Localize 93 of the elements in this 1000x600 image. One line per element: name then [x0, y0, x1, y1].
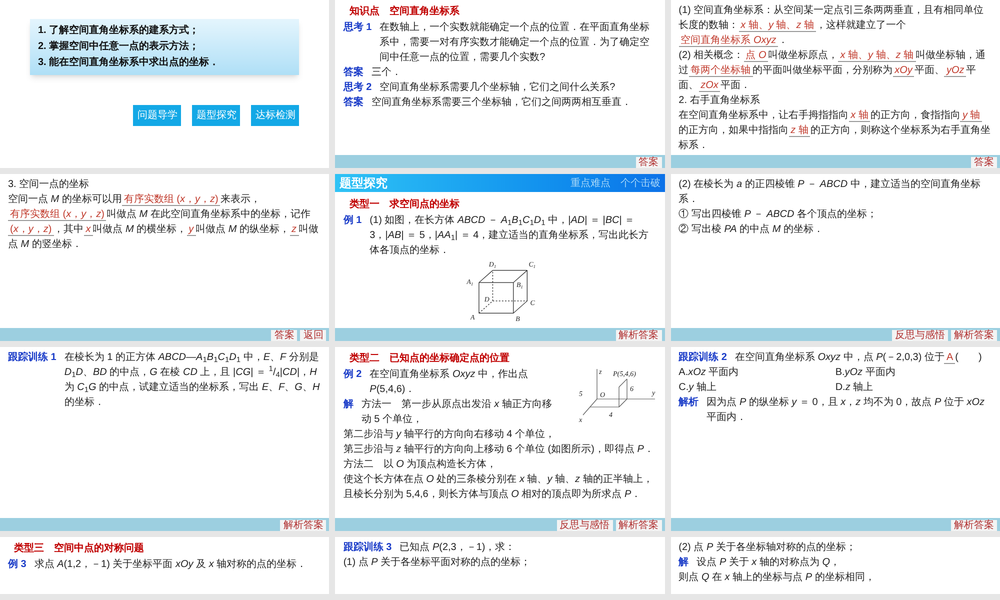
answer-text: (x，y，z): [8, 224, 54, 236]
slide-thumbnail[interactable]: (2) 在棱长为 a 的正四棱锥 P － ABCD 中，建立适当的空间直角坐标系． ① 写出四棱锥 P － ABCD 各个顶点的坐标； ② 写出棱 PA 的中点 M 的坐标． 反思与感悟 解析答案: [670, 174, 1000, 341]
section-heading: 知识点 空间直角坐标系: [349, 4, 460, 19]
paragraph-text: 2. 右手直角坐标系: [678, 94, 761, 108]
question-label: 答案: [343, 95, 364, 110]
banner-title: 题型探究: [339, 175, 388, 192]
slide-thumbnail[interactable]: 知识点 空间直角坐标系 思考 1 在数轴上，一个实数就能确定一个点的位置．在平面直角坐标系中，需要一对有序实数才能确定一个点的位置．为了确定空间中任意一点的位置，需要几个实数? 答案 三个． 思考 2 空间直角坐标系需要几个坐标轴，它们之间什么关系? 答案 空间直角坐标系需要三个坐标轴，它们之间两两相互垂直． 答案: [335, 0, 665, 168]
answer-text: y 轴: [960, 110, 982, 122]
answer-text: z: [290, 224, 298, 236]
paragraph-text: 三个．: [371, 66, 402, 80]
footer-button[interactable]: 解析答案: [951, 330, 997, 341]
answer-text: x 轴、y 轴、z 轴: [738, 20, 816, 32]
slide-thumbnail[interactable]: 跟踪训练 3 已知点 P(2,3，－1)，求： (1) 点 P 关于各坐标平面对称的点的坐标；: [335, 537, 665, 594]
section-heading: 类型二 已知点的坐标确定点的位置: [349, 351, 510, 366]
answer-text: x: [84, 224, 93, 236]
option-text: C.y 轴上: [678, 380, 718, 395]
paragraph-text: ① 写出四棱锥 P － ABCD 各个顶点的坐标；: [678, 208, 878, 222]
paragraph-text: 空间直角坐标系需要三个坐标轴，它们之间两两相互垂直．: [371, 96, 632, 110]
footer-button[interactable]: 反思与感悟: [556, 520, 613, 531]
answer-text: x 轴、y 轴、z 轴: [838, 50, 916, 62]
cuboid-drawing: [478, 270, 528, 314]
footer-button[interactable]: 解析答案: [280, 520, 326, 531]
objective-text: 3. 能在空间直角坐标系中求出点的坐标．: [38, 56, 220, 70]
paragraph-text: (1) 点 P 关于各坐标平面对称的点的坐标；: [343, 556, 532, 570]
question-label: 思考 2: [343, 80, 372, 95]
question-label: 例 2: [343, 368, 362, 382]
paragraph-text: 使这个长方体在点 O 处的三条棱分别在 x 轴、y 轴、z 轴的正半轴上，且棱长分别为 5,4,6，则长方体与顶点 O 相对的顶点即为所求点 P．: [343, 472, 654, 502]
answer-text: xOy: [892, 65, 914, 77]
question-label: 答案: [343, 65, 364, 80]
question-label: 例 1: [343, 214, 362, 228]
footer-button[interactable]: 答案: [636, 157, 662, 168]
paragraph-text: 第二步沿与 y 轴平行的方向向右移动 4 个单位，: [343, 428, 556, 442]
question-label: 思考 1: [343, 20, 372, 35]
slide-thumbnail[interactable]: [670, 0, 1000, 168]
slide-thumbnail[interactable]: [335, 347, 665, 531]
paragraph-text: (2) 在棱长为 a 的正四棱锥 P － ABCD 中，建立适当的空间直角坐标系．: [678, 178, 982, 207]
paragraph-text: 则点 Q 在 x 轴上的坐标与点 P 的坐标相同，: [678, 570, 876, 585]
section-heading: 类型三 空间中点的对称问题: [14, 542, 145, 556]
paragraph-text: 在数轴上，一个实数就能确定一个点的位置．在平面直角坐标系中，需要一对有序实数才能确定一个点的位置．为了确定空间中任意一点的位置，需要几个实数?: [380, 20, 651, 65]
footer-button[interactable]: 解析答案: [616, 330, 662, 341]
footer-button[interactable]: 解析答案: [616, 520, 662, 531]
paragraph-text: (2) 相关概念： 点 O 叫做坐标原点， x 轴、y 轴、z 轴 叫做坐标轴，通过 每两个坐标轴 的平面叫做坐标平面，分别称为 xOy 平面、 yOz 平面、 zOx 平面．: [678, 48, 987, 93]
answer-text: y: [186, 224, 196, 236]
footer-button[interactable]: 答案: [971, 157, 997, 168]
footer-button[interactable]: 解析答案: [951, 520, 997, 531]
paragraph-text: 方法二 以 O 为顶点构造长方体，: [343, 458, 498, 472]
answer-text: z 轴: [788, 125, 810, 137]
paragraph-text: 在棱长为 1 的正方体 ABCD—A$_{1}$B$_{1}$C$_{1}$D$_{1}$ 中，E、F 分别是 D$_{1}$D、BD 的中点，G 在棱 CD 上，且 |CG| ＝ $^{1}$/$_{4}$|CD|，H 为 C$_{1}$G 的中点，试建立适当的坐标系，写出 E、F、G、H 的坐标．: [64, 350, 321, 410]
slide-thumbnail[interactable]: 跟踪训练 1 在棱长为 1 的正方体 ABCD—A$_{1}$B$_{1}$C$_{1}$D$_{1}$ 中，E、F 分别是 D$_{1}$D、BD 的中点，G 在棱 CD 上，且 |CG| ＝ $^{1}$/$_{4}$|CD|，H 为 C$_{1}$G 的中点，试建立适当的坐标系，写出 E、F、G、H 的坐标． 解析答案: [0, 347, 330, 531]
paragraph-text: (1) 如图，在长方体 ABCD － A$_{1}$B$_{1}$C$_{1}$D$_{1}$ 中，|AD| ＝ |BC| ＝ 3，|AB| ＝ 5，|AA$_{1}$| ＝ 4，建立适当的直角坐标系，写出此长方体各顶点的坐标．: [370, 214, 650, 258]
slide-thumbnail[interactable]: 跟踪训练 2 在空间直角坐标系 Oxyz 中，点 P(－2,0,3) 位于 A ( ) A.xOz 平面内 B.yOz 平面内 C.y 轴上 D.z 轴上 解析 因为点 P 的纵坐标 y ＝ 0，且 x，z 均不为 0，故点 P 位于 xOz 平面内． 解析答案: [670, 347, 1000, 531]
paragraph-text: 设点 P 关于 x 轴的对称点为 Q，: [696, 556, 842, 570]
objective-text: 2. 掌握空间中任意一点的表示方法；: [38, 39, 200, 54]
question-label: 跟踪训练 2: [678, 350, 727, 365]
paragraph-text: 第三步沿与 z 轴平行的方向向上移动 6 个单位 (如图所示)，即得点 P．: [343, 442, 655, 457]
question-label: 解: [343, 398, 354, 412]
paragraph-text: 空间直角坐标系需要几个坐标轴，它们之间什么关系?: [380, 80, 616, 95]
question-label: 解析: [678, 396, 699, 410]
objective-text: 1. 了解空间直角坐标系的建系方式；: [38, 23, 200, 38]
paragraph-text: 3. 空间一点的坐标: [8, 178, 90, 192]
paragraph-text: 求点 A(1,2，－1) 关于坐标平面 xOy 及 x 轴对称的点的坐标．: [34, 558, 308, 572]
option-text: A.xOz 平面内: [678, 366, 740, 380]
question-label: 例 3: [8, 558, 26, 572]
answer-text: 点 O: [744, 50, 768, 62]
option-text: B.yOz 平面内: [835, 366, 896, 380]
slide-thumbnail[interactable]: 3. 空间一点的坐标 空间一点 M 的坐标可以用 有序实数组 (x，y，z) 来表示， 有序实数组 (x，y，z) 叫做点 M 在此空间直角坐标系中的坐标，记作 (x，y，z) ，其中 x 叫做点 M 的横坐标， y 叫做点 M 的纵坐标， z 叫做点 M 的竖坐标． 答案 返回: [0, 174, 330, 341]
paragraph-text: 因为点 P 的纵坐标 y ＝ 0，且 x，z 均不为 0，故点 P 位于 xOz 平面内．: [706, 396, 986, 425]
footer-button[interactable]: 答案: [271, 330, 298, 341]
section-heading: 类型一 求空间点的坐标: [349, 198, 460, 212]
paragraph-text: 空间一点 M 的坐标可以用 有序实数组 (x，y，z) 来表示， 有序实数组 (x，y，z) 叫做点 M 在此空间直角坐标系中的坐标，记作 (x，y，z) ，其中 x 叫做点 M 的横坐标， y 叫做点 M 的纵坐标， z 叫做点 M 的竖坐标．: [8, 192, 320, 252]
answer-text: A: [944, 352, 956, 364]
answer-text: x 轴: [848, 110, 870, 122]
answer-text: 空间直角坐标系 Oxyz: [678, 35, 778, 47]
answer-text: zOx: [698, 80, 720, 92]
paragraph-text: (2) 点 P 关于各坐标轴对称的点的坐标；: [678, 540, 857, 555]
paragraph-text: 已知点 P(2,3，－1)，求：: [400, 540, 516, 555]
banner-subtitle: 重点难点 个个击破: [570, 176, 661, 190]
question-label: 跟踪训练 1: [8, 350, 56, 365]
paragraph-text: 在空间直角坐标系 Oxyz 中，点 P(－2,0,3) 位于 A ( ): [735, 350, 983, 365]
paragraph-text: (1) 空间直角坐标系：从空间某一定点引三条两两垂直，且有相同单位长度的数轴： x 轴、y 轴、z 轴 ，这样就建立了一个 空间直角坐标系 Oxyz ．: [678, 4, 985, 48]
answer-text: yOz: [944, 65, 966, 77]
question-label: 跟踪训练 3: [343, 540, 392, 555]
paragraph-text: ② 写出棱 PA 的中点 M 的坐标．: [678, 222, 825, 237]
answer-text: 有序实数组 (x，y，z): [122, 194, 220, 206]
question-label: 解: [678, 556, 689, 570]
slide-thumbnail[interactable]: 类型三 空间中点的对称问题 例 3 求点 A(1,2，－1) 关于坐标平面 xOy 及 x 轴对称的点的坐标．: [0, 537, 330, 594]
answer-text: 有序实数组 (x，y，z): [8, 209, 106, 221]
footer-button[interactable]: 反思与感悟: [892, 330, 948, 341]
paragraph-text: 在空间直角坐标系中，让右手拇指指向 x 轴 的正方向，食指指向 y 轴 的正方向，如果中指指向 z 轴 的正方向，则称这个坐标系为右手直角坐标系．: [678, 108, 992, 153]
slide-thumbnail[interactable]: (2) 点 P 关于各坐标轴对称的点的坐标； 解 设点 P 关于 x 轴的对称点为 Q， 则点 Q 在 x 轴上的坐标与点 P 的坐标相同，: [670, 537, 1000, 594]
footer-button[interactable]: 返回: [300, 330, 326, 341]
option-text: D.z 轴上: [835, 380, 874, 395]
answer-text: 每两个坐标轴: [688, 65, 753, 77]
